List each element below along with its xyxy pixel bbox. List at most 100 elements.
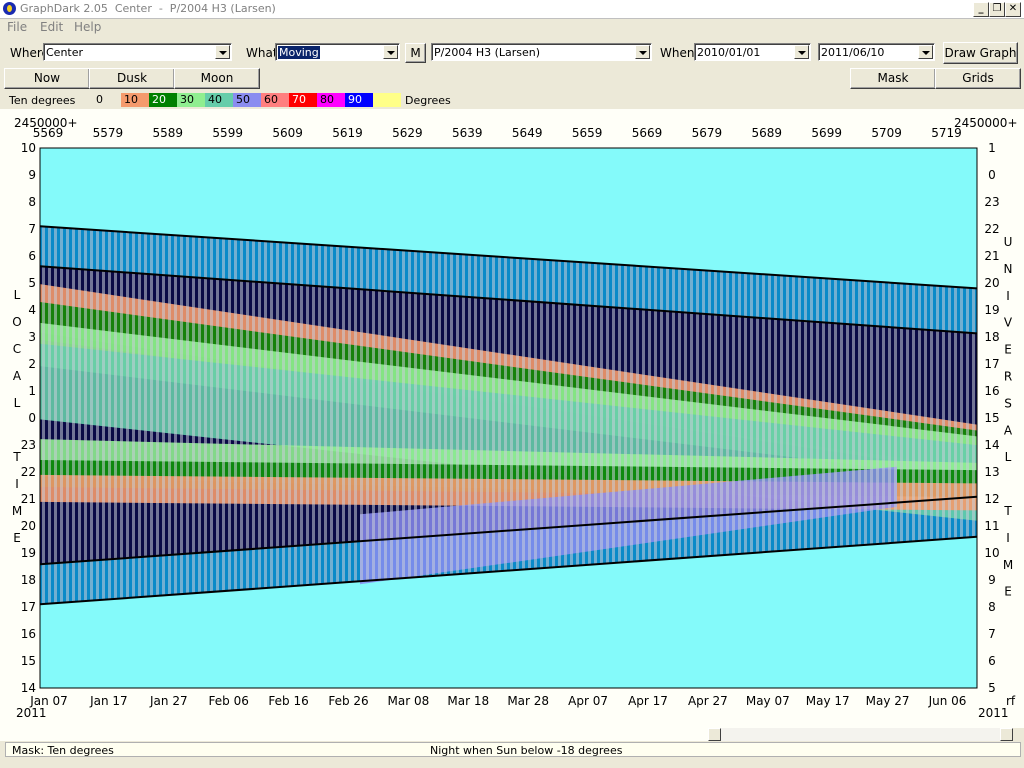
jd-tick-label: 5679 — [692, 126, 723, 140]
left-hour-tick: 3 — [28, 330, 36, 344]
menu-bar: File Edit Help — [0, 18, 1024, 36]
right-hour-tick: 13 — [984, 465, 999, 479]
jd-tick-label: 5649 — [512, 126, 543, 140]
dusk-button[interactable]: Dusk — [89, 68, 175, 89]
date-tick-label: Mar 28 — [507, 694, 549, 708]
scroll-track[interactable] — [721, 728, 1000, 741]
minimize-button[interactable]: _ — [973, 2, 989, 17]
right-hour-tick: 17 — [984, 357, 999, 371]
right-axis-title-letter: R — [1004, 370, 1012, 384]
start-date-select[interactable]: 2010/01/01 — [694, 43, 811, 61]
what-label: What — [246, 46, 278, 60]
scroll-right-arrow[interactable] — [1000, 728, 1013, 741]
legend-swatch: 70 — [289, 93, 317, 107]
left-axis-title-letter: I — [15, 477, 19, 491]
left-hour-tick: 14 — [21, 681, 36, 695]
chevron-down-icon[interactable] — [794, 45, 809, 59]
corner-label: rf — [1006, 694, 1016, 708]
start-date-value: 2010/01/01 — [697, 46, 761, 59]
right-axis-title-letter: M — [1003, 558, 1013, 572]
m-button[interactable]: M — [405, 43, 426, 63]
date-tick-label: Jun 06 — [928, 694, 967, 708]
left-hour-tick: 20 — [21, 519, 36, 533]
draw-graph-button[interactable]: Draw Graph — [943, 42, 1018, 64]
end-date-select[interactable]: 2011/06/10 — [818, 43, 935, 61]
left-hour-tick: 2 — [28, 357, 36, 371]
object-value: P/2004 H3 (Larsen) — [434, 46, 541, 59]
mask-button[interactable]: Mask — [850, 68, 936, 89]
what-value: Moving — [278, 46, 320, 59]
left-hour-tick: 8 — [28, 195, 36, 209]
jd-tick-label: 5569 — [33, 126, 64, 140]
menu-file[interactable]: File — [7, 20, 27, 34]
right-hour-tick: 20 — [984, 276, 999, 290]
right-axis-title-letter: E — [1004, 585, 1012, 599]
status-note: Night when Sun below -18 degrees — [430, 744, 623, 757]
jd-tick-label: 5719 — [931, 126, 962, 140]
status-mask: Mask: Ten degrees — [12, 744, 114, 757]
left-axis-title-letter: A — [13, 369, 22, 383]
grids-button[interactable]: Grids — [935, 68, 1021, 89]
chevron-down-icon[interactable] — [635, 45, 650, 59]
jd-tick-label: 5599 — [212, 126, 243, 140]
legend-swatch: 10 — [121, 93, 149, 107]
maximize-button[interactable]: ❐ — [989, 2, 1005, 17]
date-tick-label: Apr 17 — [628, 694, 668, 708]
jd-tick-label: 5589 — [153, 126, 184, 140]
legend-swatch: 90 — [345, 93, 373, 107]
left-axis-title-letter: E — [13, 531, 21, 545]
what-select[interactable]: Moving — [275, 43, 400, 61]
menu-help[interactable]: Help — [74, 20, 101, 34]
jd-tick-label: 5579 — [93, 126, 124, 140]
legend-swatch: 60 — [261, 93, 289, 107]
right-hour-tick: 8 — [988, 600, 996, 614]
left-axis-title-letter: C — [13, 342, 21, 356]
right-hour-tick: 22 — [984, 222, 999, 236]
date-tick-label: May 27 — [866, 694, 910, 708]
right-hour-tick: 0 — [988, 168, 996, 182]
scroll-left-arrow[interactable] — [708, 728, 721, 741]
jd-tick-label: 5629 — [392, 126, 423, 140]
horizontal-scrollbar[interactable] — [708, 728, 1024, 741]
legend-unit: Degrees — [405, 94, 451, 107]
chevron-down-icon[interactable] — [383, 45, 398, 59]
left-axis-title-letter: M — [12, 504, 22, 518]
right-hour-tick: 23 — [984, 195, 999, 209]
left-hour-tick: 0 — [28, 411, 36, 425]
chart-svg: 5569 5579 5589 5599 5609 5619 5629 5639 5649 5659… — [12, 126, 1016, 720]
where-select[interactable]: Center — [43, 43, 232, 61]
app-icon — [3, 2, 16, 15]
chevron-down-icon[interactable] — [918, 45, 933, 59]
left-hour-tick: 19 — [21, 546, 36, 560]
now-button[interactable]: Now — [4, 68, 90, 89]
left-hour-tick: 18 — [21, 573, 36, 587]
left-axis-title-letter: L — [14, 396, 21, 410]
menu-edit[interactable]: Edit — [40, 20, 63, 34]
left-hour-tick: 21 — [21, 492, 36, 506]
right-axis-title-letter: S — [1004, 396, 1012, 410]
chevron-down-icon[interactable] — [215, 45, 230, 59]
legend-swatch — [373, 93, 401, 107]
right-hour-tick: 5 — [988, 681, 996, 695]
left-axis-title-letter: L — [14, 288, 21, 302]
right-hour-tick: 18 — [984, 330, 999, 344]
jd-tick-label: 5689 — [752, 126, 783, 140]
date-tick-label: Mar 18 — [447, 694, 489, 708]
jd-tick-label: 5619 — [332, 126, 363, 140]
jd-tick-label: 5609 — [272, 126, 303, 140]
left-hour-tick: 5 — [28, 276, 36, 290]
object-select[interactable]: P/2004 H3 (Larsen) — [431, 43, 652, 61]
close-button[interactable]: ✕ — [1005, 2, 1021, 17]
left-hour-tick: 22 — [21, 465, 36, 479]
date-tick-label: May 07 — [746, 694, 790, 708]
right-hour-tick: 14 — [984, 438, 999, 452]
moon-button[interactable]: Moon — [174, 68, 260, 89]
right-hour-tick: 16 — [984, 384, 999, 398]
right-hour-tick: 19 — [984, 303, 999, 317]
jd-tick-label: 5669 — [632, 126, 663, 140]
left-hour-tick: 1 — [28, 384, 36, 398]
left-hour-tick: 15 — [21, 654, 36, 668]
date-tick-label: Apr 27 — [688, 694, 728, 708]
right-hour-tick: 9 — [988, 573, 996, 587]
window-title: GraphDark 2.05 Center - P/2004 H3 (Larse… — [20, 2, 276, 15]
